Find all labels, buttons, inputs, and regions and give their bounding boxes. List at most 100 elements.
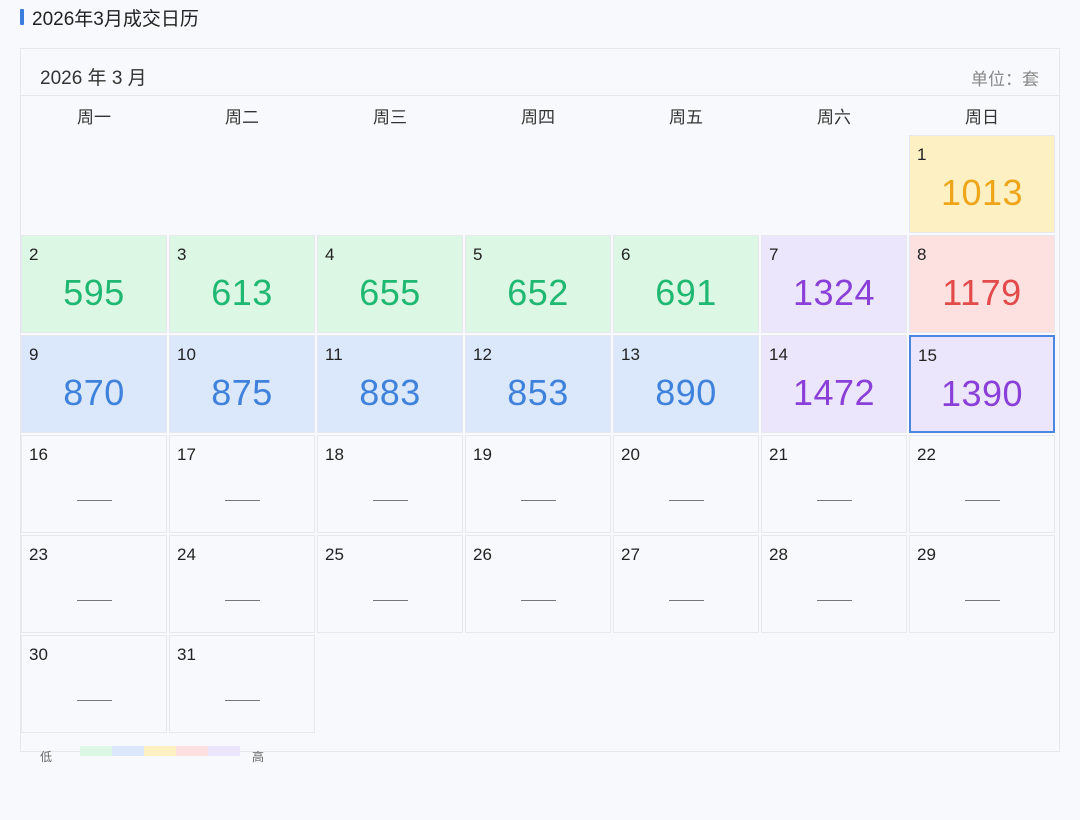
- weekday-header-sun: 周日: [965, 108, 999, 127]
- day-number: 7: [769, 245, 779, 264]
- day-cell-22[interactable]: 22: [909, 435, 1055, 533]
- deal-count: 595: [63, 272, 125, 313]
- day-cell-15[interactable]: 15 1390: [909, 335, 1055, 433]
- deal-count: 691: [655, 272, 717, 313]
- day-cell-12[interactable]: 12 853: [465, 335, 611, 433]
- deal-count: 883: [359, 372, 421, 413]
- legend-swatch-3: [144, 746, 176, 756]
- day-cell-26[interactable]: 26: [465, 535, 611, 633]
- legend-swatch-5: [208, 746, 240, 756]
- day-number: 6: [621, 245, 631, 264]
- empty-placeholder: [77, 600, 112, 601]
- day-cell-21[interactable]: 21: [761, 435, 907, 533]
- empty-placeholder: [373, 600, 408, 601]
- empty-placeholder: [669, 600, 704, 601]
- day-cell-2[interactable]: 2 595: [21, 235, 167, 333]
- day-cell-5[interactable]: 5 652: [465, 235, 611, 333]
- empty-placeholder: [225, 600, 260, 601]
- deal-count: 1324: [792, 272, 876, 313]
- month-label: 2026 年 3 月: [40, 68, 147, 89]
- day-number: 15: [918, 346, 937, 365]
- day-cell-8[interactable]: 8 1179: [909, 235, 1055, 333]
- day-cell-23[interactable]: 23: [21, 535, 167, 633]
- day-number: 26: [473, 545, 492, 564]
- day-number: 24: [177, 545, 196, 564]
- deal-count: 853: [507, 372, 569, 413]
- empty-placeholder: [77, 500, 112, 501]
- day-number: 21: [769, 445, 788, 464]
- day-cell-14[interactable]: 14 1472: [761, 335, 907, 433]
- weekday-header-sat: 周六: [817, 108, 851, 127]
- weekday-header-mon: 周一: [77, 108, 111, 127]
- day-cell-27[interactable]: 27: [613, 535, 759, 633]
- deal-count: 1013: [940, 172, 1024, 213]
- day-number: 25: [325, 545, 344, 564]
- day-number: 17: [177, 445, 196, 464]
- day-cell-17[interactable]: 17: [169, 435, 315, 533]
- day-number: 22: [917, 445, 936, 464]
- day-cell-9[interactable]: 9 870: [21, 335, 167, 433]
- day-number: 23: [29, 545, 48, 564]
- empty-placeholder: [965, 500, 1000, 501]
- deal-count: 1472: [792, 372, 876, 413]
- day-cell-24[interactable]: 24: [169, 535, 315, 633]
- day-number: 2: [29, 245, 39, 264]
- day-number: 14: [769, 345, 788, 364]
- day-cell-13[interactable]: 13 890: [613, 335, 759, 433]
- weekday-header-fri: 周五: [669, 108, 703, 127]
- empty-placeholder: [965, 600, 1000, 601]
- empty-placeholder: [77, 700, 112, 701]
- day-number: 27: [621, 545, 640, 564]
- legend-swatch-2: [112, 746, 144, 756]
- title-accent-bar: [20, 9, 24, 25]
- day-number: 12: [473, 345, 492, 364]
- day-cell-10[interactable]: 10 875: [169, 335, 315, 433]
- day-cell-16[interactable]: 16: [21, 435, 167, 533]
- day-cell-31[interactable]: 31: [169, 635, 315, 733]
- day-number: 5: [473, 245, 483, 264]
- legend-high-label: 高: [252, 750, 265, 764]
- day-number: 16: [29, 445, 48, 464]
- calendar-panel: 2026 年 3 月 单位：套 周一 周二 周三 周四 周五 周六 周日 1 10…: [20, 48, 1060, 752]
- day-cell-30[interactable]: 30: [21, 635, 167, 733]
- legend-swatch-1: [80, 746, 112, 756]
- day-number: 19: [473, 445, 492, 464]
- day-number: 31: [177, 645, 196, 664]
- page-title: 2026年3月成交日历: [32, 8, 199, 30]
- deal-count: 1179: [942, 272, 1022, 313]
- day-number: 3: [177, 245, 187, 264]
- day-cell-11[interactable]: 11 883: [317, 335, 463, 433]
- day-number: 30: [29, 645, 48, 664]
- empty-placeholder: [373, 500, 408, 501]
- day-cell-1[interactable]: 1 1013: [909, 135, 1055, 233]
- day-cell-6[interactable]: 6 691: [613, 235, 759, 333]
- deal-count: 870: [63, 372, 125, 413]
- day-number: 11: [325, 345, 343, 364]
- empty-placeholder: [521, 600, 556, 601]
- day-cell-19[interactable]: 19: [465, 435, 611, 533]
- empty-placeholder: [521, 500, 556, 501]
- day-number: 1: [917, 145, 927, 164]
- deal-count: 875: [211, 372, 273, 413]
- weekday-header-tue: 周二: [225, 108, 259, 127]
- empty-placeholder: [225, 700, 260, 701]
- day-cell-18[interactable]: 18: [317, 435, 463, 533]
- unit-label: 单位：套: [971, 70, 1039, 89]
- calendar-header: 2026 年 3 月 单位：套: [21, 49, 1059, 96]
- day-number: 29: [917, 545, 936, 564]
- day-cell-3[interactable]: 3 613: [169, 235, 315, 333]
- empty-placeholder: [669, 500, 704, 501]
- day-cell-20[interactable]: 20: [613, 435, 759, 533]
- deal-count: 613: [211, 272, 273, 313]
- deal-count: 890: [655, 372, 717, 413]
- day-cell-28[interactable]: 28: [761, 535, 907, 633]
- day-cell-7[interactable]: 7 1324: [761, 235, 907, 333]
- day-number: 4: [325, 245, 335, 264]
- empty-placeholder: [817, 500, 852, 501]
- empty-placeholder: [225, 500, 260, 501]
- day-cell-25[interactable]: 25: [317, 535, 463, 633]
- day-cell-29[interactable]: 29: [909, 535, 1055, 633]
- day-number: 28: [769, 545, 788, 564]
- empty-placeholder: [817, 600, 852, 601]
- day-cell-4[interactable]: 4 655: [317, 235, 463, 333]
